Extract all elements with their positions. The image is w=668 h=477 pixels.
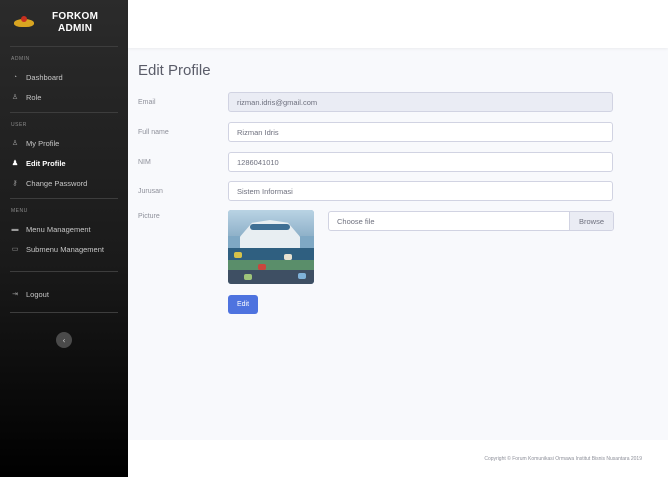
brand-line-1: FORKOM [52, 11, 99, 22]
topbar [128, 0, 668, 48]
picture-label: Picture [138, 213, 160, 220]
nim-label: NIM [138, 158, 151, 166]
sidebar-item-label: Change Password [26, 178, 88, 188]
browse-button[interactable]: Browse [569, 212, 613, 230]
form-row-jurusan: Jurusan Sistem Informasi [138, 181, 618, 201]
user-icon: ♙ [11, 140, 19, 147]
sidebar-divider [10, 271, 118, 272]
sidebar-item-label: Role [26, 92, 42, 102]
folder-open-icon: ▭ [11, 246, 19, 253]
form-row-fullname: Full name Rizman Idris [138, 122, 618, 142]
sidebar-brand[interactable]: FORKOM ADMIN [0, 0, 128, 46]
form-row-email: Email rizman.idris@gmail.com [138, 92, 618, 112]
sidebar-item-change-password[interactable]: ⚷ Change Password [0, 173, 128, 193]
sidebar: FORKOM ADMIN ADMIN ◔ Dashboard ♙ Role US… [0, 0, 128, 477]
email-label: Email [138, 98, 156, 106]
sidebar-divider [10, 312, 118, 313]
sidebar-heading-admin: ADMIN [11, 56, 30, 62]
sidebar-item-label: Logout [26, 289, 49, 299]
sidebar-toggle-button[interactable]: ‹ [56, 332, 72, 348]
copyright-text: Copyright © Forum Komunikasi Ormawa Inst… [484, 455, 642, 462]
sidebar-item-label: Edit Profile [26, 158, 66, 168]
sidebar-item-role[interactable]: ♙ Role [0, 87, 128, 107]
sidebar-item-logout[interactable]: ⇥ Logout [0, 284, 128, 304]
sidebar-heading-menu: MENU [11, 208, 28, 214]
picture-file-input[interactable]: Choose file Browse [328, 211, 614, 231]
file-name-placeholder: Choose file [337, 216, 375, 226]
sidebar-item-dashboard[interactable]: ◔ Dashboard [0, 67, 128, 87]
brand-text: FORKOM ADMIN [52, 11, 98, 35]
fullname-label: Full name [138, 128, 169, 136]
form-row-nim: NIM 1286041010 [138, 152, 618, 172]
sidebar-item-label: Menu Management [26, 224, 91, 234]
jurusan-label: Jurusan [138, 187, 163, 195]
garuda-logo-icon [14, 16, 34, 30]
key-icon: ⚷ [12, 180, 18, 187]
fullname-field[interactable]: Rizman Idris [228, 122, 613, 142]
footer: Copyright © Forum Komunikasi Ormawa Inst… [128, 440, 668, 477]
sidebar-item-submenu-management[interactable]: ▭ Submenu Management [0, 239, 128, 259]
nim-field[interactable]: 1286041010 [228, 152, 613, 172]
sidebar-item-label: Submenu Management [26, 244, 104, 254]
email-field[interactable]: rizman.idris@gmail.com [228, 92, 613, 112]
jurusan-field[interactable]: Sistem Informasi [228, 181, 613, 201]
profile-picture [228, 210, 314, 284]
sidebar-heading-user: USER [11, 122, 27, 128]
page-title: Edit Profile [138, 62, 211, 79]
logout-icon: ⇥ [12, 291, 18, 298]
sidebar-item-label: Dashboard [26, 72, 63, 82]
user-edit-icon: ♟ [11, 160, 19, 167]
edit-button[interactable]: Edit [228, 295, 258, 314]
brand-line-2: ADMIN [57, 23, 93, 34]
sidebar-item-label: My Profile [26, 138, 60, 148]
gauge-icon: ◔ [12, 73, 18, 81]
sidebar-item-my-profile[interactable]: ♙ My Profile [0, 133, 128, 153]
chevron-left-icon: ‹ [62, 335, 66, 345]
user-icon: ♙ [11, 94, 19, 101]
folder-icon: ▬ [11, 225, 19, 233]
sidebar-item-menu-management[interactable]: ▬ Menu Management [0, 219, 128, 239]
sidebar-item-edit-profile[interactable]: ♟ Edit Profile [0, 153, 128, 173]
